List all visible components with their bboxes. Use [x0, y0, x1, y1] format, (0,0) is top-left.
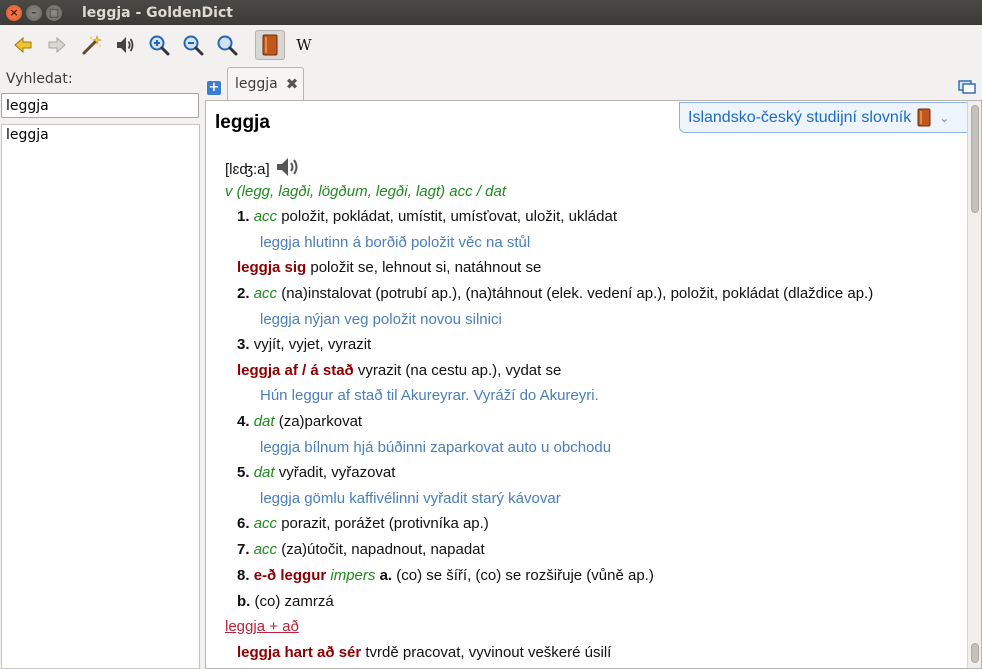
dictionary-header[interactable]: Islandsko-český studijní slovník ⌄	[679, 102, 968, 133]
subsense-letter: a.	[379, 567, 393, 584]
sense-3: 3. vyjít, vyjet, vyrazit	[237, 336, 371, 353]
zoom-in-icon	[149, 35, 170, 55]
scan-wand-icon	[82, 34, 102, 54]
phrase-text: vyrazit (na cestu ap.), vydat se	[357, 362, 562, 379]
back-button[interactable]	[8, 30, 38, 60]
sense-7: 7. acc (za)útočit, napadnout, napadat	[237, 541, 485, 558]
example: leggja gömlu kaffivélinni vyřadit starý …	[260, 490, 561, 507]
scrollbar-thumb[interactable]	[971, 105, 979, 213]
sense-text: (za)parkovat	[278, 413, 363, 430]
phrase: e-ð leggur	[253, 567, 327, 584]
minimize-window-button[interactable]: –	[26, 4, 42, 21]
zoom-reset-button[interactable]	[212, 30, 242, 60]
sense-text: porazit, porážet (protivníka ap.)	[281, 515, 489, 532]
phrase-2: leggja af / á stað vyrazit (na cestu ap.…	[237, 362, 561, 379]
close-window-button[interactable]: ×	[6, 4, 22, 21]
example: leggja nýjan veg položit novou silnici	[260, 311, 502, 328]
zoom-out-icon	[183, 35, 204, 55]
headword: leggja	[215, 112, 270, 133]
grammar-line: v (legg, lagði, lögðum, legði, lagt) acc…	[225, 183, 506, 200]
sense-number: 4.	[237, 413, 250, 430]
pronounce-button[interactable]	[110, 30, 140, 60]
word-list-item[interactable]: leggja	[2, 125, 199, 145]
sense-6: 6. acc porazit, porážet (protivníka ap.)	[237, 515, 489, 532]
case-label: acc	[253, 208, 278, 225]
search-input[interactable]	[1, 93, 199, 118]
scan-popup-button[interactable]	[76, 30, 106, 60]
phrase-text: položit se, lehnout si, natáhnout se	[310, 259, 542, 276]
case-label: dat	[253, 413, 275, 430]
sense-number: 6.	[237, 515, 250, 532]
new-tab-button[interactable]: +	[207, 81, 221, 95]
phrase: leggja sig	[237, 259, 307, 276]
window-title: leggja - GoldenDict	[82, 4, 233, 21]
dictionary-name: Islandsko-český studijní slovník	[688, 108, 912, 126]
sense-5: 5. dat vyřadit, vyřazovat	[237, 464, 395, 481]
tab-leggja[interactable]: leggja ✖	[227, 67, 304, 100]
sense-number: 5.	[237, 464, 250, 481]
zoom-reset-icon	[217, 35, 238, 55]
sense-number: 3.	[237, 336, 250, 353]
title-bar: × – □ leggja - GoldenDict	[0, 0, 982, 25]
article-view[interactable]: leggja Islandsko-český studijní slovník …	[205, 100, 982, 669]
grammar-label: impers	[330, 567, 376, 584]
phonetic: [lɛʤ:a]	[225, 161, 270, 178]
tabs-menu-icon[interactable]	[958, 80, 976, 94]
forward-button[interactable]	[42, 30, 72, 60]
phrase: leggja af / á stað	[237, 362, 354, 379]
back-icon	[14, 36, 32, 53]
sense-text: vyjít, vyjet, vyrazit	[253, 336, 372, 353]
sense-1: 1. acc položit, pokládat, umístit, umísť…	[237, 208, 617, 225]
forward-icon	[48, 36, 66, 53]
sense-8: 8. e-ð leggur impers a. (co) se šíří, (c…	[237, 567, 654, 584]
phrase: leggja hart að sér	[237, 644, 362, 661]
tab-close-icon[interactable]: ✖	[286, 75, 299, 93]
dictionary-book-icon	[917, 108, 931, 127]
sense-text: (na)instalovat (potrubí ap.), (na)táhnou…	[281, 285, 874, 302]
sense-number: 7.	[237, 541, 250, 558]
example: Hún leggur af stað til Akureyrar. Vyráží…	[260, 387, 599, 404]
case-label: acc	[253, 541, 278, 558]
sense-text: (za)útočit, napadnout, napadat	[281, 541, 485, 558]
scrollbar-thumb-secondary[interactable]	[971, 643, 979, 663]
case-label: dat	[253, 464, 275, 481]
phrase-text: tvrdě pracovat, vyvinout veškeré úsilí	[365, 644, 612, 661]
dictionary-button[interactable]	[255, 29, 285, 60]
case-label: acc	[253, 515, 278, 532]
collapse-chevron-icon[interactable]: ⌄	[939, 111, 949, 125]
wikipedia-icon: W	[296, 35, 312, 54]
pronounce-icon	[117, 36, 134, 53]
sense-text: (co) se šíří, (co) se rozšiřuje (vůně ap…	[396, 567, 654, 584]
example: leggja hlutinn á borðið položit věc na s…	[260, 234, 531, 251]
sense-text: položit, pokládat, umístit, umísťovat, u…	[281, 208, 617, 225]
sense-number: 1.	[237, 208, 250, 225]
maximize-window-button[interactable]: □	[46, 4, 62, 21]
zoom-out-button[interactable]	[178, 30, 208, 60]
example: leggja bílnum hjá búðinni zaparkovat aut…	[260, 439, 612, 456]
sense-text: (co) zamrzá	[254, 593, 334, 610]
case-label: acc	[253, 285, 278, 302]
phonetic-line: [lɛʤ:a]	[225, 156, 302, 178]
subsense-letter: b.	[237, 593, 251, 610]
toolbar-separator	[248, 33, 249, 57]
window-controls: × – □	[6, 4, 62, 21]
sense-2: 2. acc (na)instalovat (potrubí ap.), (na…	[237, 285, 873, 302]
toolbar: W	[0, 25, 982, 64]
phrase-1: leggja sig položit se, lehnout si, natáh…	[237, 259, 541, 276]
sense-8b: b. (co) zamrzá	[237, 593, 334, 610]
phrase-3: leggja hart að sér tvrdě pracovat, vyvin…	[237, 644, 611, 661]
sense-number: 2.	[237, 285, 250, 302]
word-list[interactable]: leggja	[1, 124, 200, 669]
article-scrollbar[interactable]	[967, 101, 981, 668]
search-label: Vyhledat:	[6, 71, 73, 87]
dictionary-book-icon	[262, 34, 278, 55]
zoom-in-button[interactable]	[144, 30, 174, 60]
wikipedia-button[interactable]: W	[289, 30, 319, 60]
tab-label: leggja	[235, 76, 278, 92]
audio-play-icon[interactable]	[274, 156, 302, 178]
cross-reference-link[interactable]: leggja + að	[225, 618, 299, 635]
sense-number: 8.	[237, 567, 250, 584]
sense-4: 4. dat (za)parkovat	[237, 413, 362, 430]
sense-text: vyřadit, vyřazovat	[278, 464, 396, 481]
